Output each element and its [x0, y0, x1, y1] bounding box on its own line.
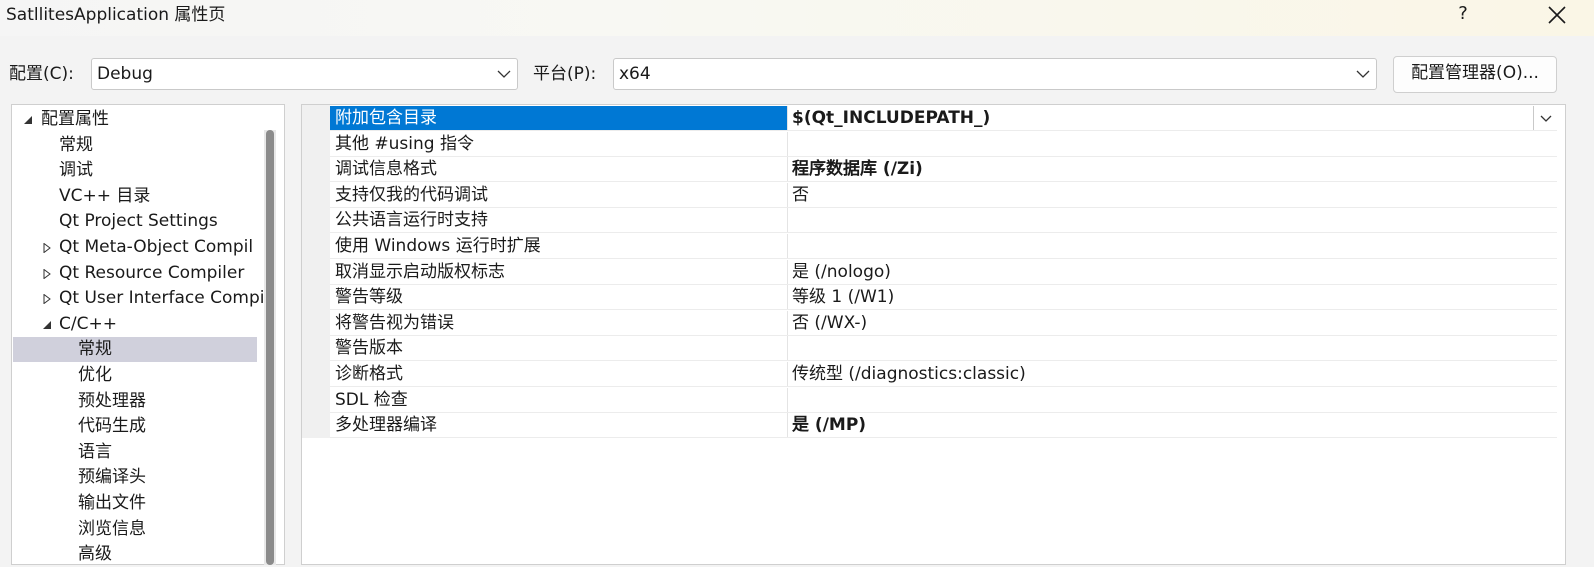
tree-item[interactable]: 调试	[13, 158, 261, 183]
property-name: 附加包含目录	[330, 106, 788, 130]
property-row[interactable]: 其他 #using 指令	[330, 132, 1557, 157]
property-row[interactable]: SDL 检查	[330, 388, 1557, 413]
tree-item[interactable]: 语言	[13, 440, 261, 465]
tree-item-label: Qt Meta-Object Compil	[59, 237, 254, 257]
property-row[interactable]: 附加包含目录 $(Qt_INCLUDEPATH_)	[330, 106, 1557, 131]
tree-item[interactable]: 常规	[13, 133, 261, 158]
tree-item[interactable]: 高级	[13, 542, 261, 567]
property-value[interactable]	[788, 132, 1557, 156]
property-name: 支持仅我的代码调试	[330, 183, 788, 207]
tree-item-label: Qt User Interface Compi	[59, 288, 265, 308]
value-dropdown-button[interactable]	[1533, 106, 1557, 130]
tree-item[interactable]: Qt Resource Compiler	[13, 261, 261, 286]
property-name: 将警告视为错误	[330, 311, 788, 335]
tree-item-label: 语言	[78, 442, 112, 462]
property-name: 使用 Windows 运行时扩展	[330, 234, 788, 258]
property-row[interactable]: 公共语言运行时支持	[330, 208, 1557, 233]
property-name: 其他 #using 指令	[330, 132, 788, 156]
chevron-down-icon	[1540, 115, 1552, 122]
close-icon	[1548, 6, 1566, 24]
help-button[interactable]: ?	[1440, 0, 1486, 30]
property-value[interactable]: 否	[788, 183, 1557, 207]
property-name: 诊断格式	[330, 362, 788, 386]
property-name: 调试信息格式	[330, 157, 788, 181]
expanded-arrow-icon[interactable]	[42, 320, 52, 330]
tree-item[interactable]: Qt Meta-Object Compil	[13, 235, 261, 260]
platform-dropdown-value: x64	[619, 64, 651, 84]
property-row[interactable]: 使用 Windows 运行时扩展	[330, 234, 1557, 259]
tree-item[interactable]: 预编译头	[13, 465, 261, 490]
property-name: 取消显示启动版权标志	[330, 260, 788, 284]
tree-item[interactable]: 预处理器	[13, 389, 261, 414]
close-button[interactable]	[1534, 0, 1580, 30]
tree-item-label: Qt Resource Compiler	[59, 263, 245, 283]
tree-item[interactable]: C/C++	[13, 312, 261, 337]
collapsed-arrow-icon[interactable]	[42, 269, 52, 279]
property-row[interactable]: 警告版本	[330, 336, 1557, 361]
tree-scrollbar-thumb[interactable]	[266, 130, 274, 565]
tree-item-label: 常规	[78, 339, 112, 359]
tree-item[interactable]: 常规	[13, 337, 257, 362]
tree-item-label: C/C++	[59, 314, 117, 334]
tree-item-label: 配置属性	[41, 109, 109, 129]
platform-label: 平台(P):	[533, 64, 597, 84]
window-title: SatllitesApplication 属性页	[6, 5, 226, 25]
property-value[interactable]	[788, 388, 1557, 412]
property-name: 公共语言运行时支持	[330, 208, 788, 232]
tree-item[interactable]: Qt User Interface Compi	[13, 286, 265, 311]
property-value[interactable]	[788, 336, 1557, 360]
property-name: 警告版本	[330, 336, 788, 360]
property-value[interactable]: 程序数据库 (/Zi)	[788, 157, 1557, 181]
tree-item[interactable]: VC++ 目录	[13, 184, 261, 209]
property-value[interactable]: 等级 1 (/W1)	[788, 285, 1557, 309]
tree-item[interactable]: Qt Project Settings	[13, 209, 261, 234]
tree-item[interactable]: 代码生成	[13, 414, 261, 439]
property-value[interactable]: 传统型 (/diagnostics:classic)	[788, 362, 1557, 386]
expanded-arrow-icon[interactable]	[23, 115, 33, 125]
tree-item[interactable]: 配置属性	[13, 107, 261, 132]
property-row[interactable]: 取消显示启动版权标志是 (/nologo)	[330, 260, 1557, 285]
property-value[interactable]: $(Qt_INCLUDEPATH_)	[788, 106, 1557, 130]
property-row[interactable]: 警告等级 等级 1 (/W1)	[330, 285, 1557, 310]
tree-item-label: 高级	[78, 544, 112, 564]
property-grid-gutter	[302, 105, 330, 438]
property-value[interactable]	[788, 208, 1557, 232]
config-label: 配置(C):	[9, 64, 74, 84]
tree-item-label: 优化	[78, 365, 112, 385]
collapsed-arrow-icon[interactable]	[42, 294, 52, 304]
property-row[interactable]: 诊断格式 传统型 (/diagnostics:classic)	[330, 362, 1557, 387]
tree-item-label: 输出文件	[78, 493, 146, 513]
tree-item-label: 调试	[59, 160, 93, 180]
tree-item-label: 代码生成	[78, 416, 146, 436]
property-row[interactable]: 多处理器编译是 (/MP)	[330, 413, 1557, 438]
property-row[interactable]: 支持仅我的代码调试否	[330, 183, 1557, 208]
property-value[interactable]: 是 (/MP)	[788, 413, 1557, 437]
tree-item-label: 预处理器	[78, 391, 146, 411]
chevron-down-icon	[497, 70, 511, 78]
title-bar: SatllitesApplication 属性页 ?	[0, 0, 1594, 36]
platform-dropdown[interactable]: x64	[613, 58, 1377, 90]
tree-item-label: VC++ 目录	[59, 186, 151, 206]
chevron-down-icon	[1356, 70, 1370, 78]
config-dropdown-value: Debug	[97, 64, 153, 84]
tree-item[interactable]: 输出文件	[13, 491, 261, 516]
property-name: 警告等级	[330, 285, 788, 309]
tree-item-label: 浏览信息	[78, 519, 146, 539]
tree-item-label: 常规	[59, 135, 93, 155]
property-row[interactable]: 调试信息格式 程序数据库 (/Zi)	[330, 157, 1557, 182]
property-value[interactable]: 是 (/nologo)	[788, 260, 1557, 284]
property-name: SDL 检查	[330, 388, 788, 412]
tree-item[interactable]: 优化	[13, 363, 261, 388]
tree-scrollbar[interactable]	[264, 130, 276, 565]
property-name: 多处理器编译	[330, 413, 788, 437]
property-row[interactable]: 将警告视为错误否 (/WX-)	[330, 311, 1557, 336]
tree-item-label: 预编译头	[78, 467, 146, 487]
config-manager-button[interactable]: 配置管理器(O)...	[1393, 56, 1557, 93]
config-dropdown[interactable]: Debug	[91, 58, 518, 90]
collapsed-arrow-icon[interactable]	[42, 243, 52, 253]
property-value[interactable]	[788, 234, 1557, 258]
property-value[interactable]: 否 (/WX-)	[788, 311, 1557, 335]
tree-item[interactable]: 浏览信息	[13, 517, 261, 542]
tree-item-label: Qt Project Settings	[59, 211, 218, 231]
